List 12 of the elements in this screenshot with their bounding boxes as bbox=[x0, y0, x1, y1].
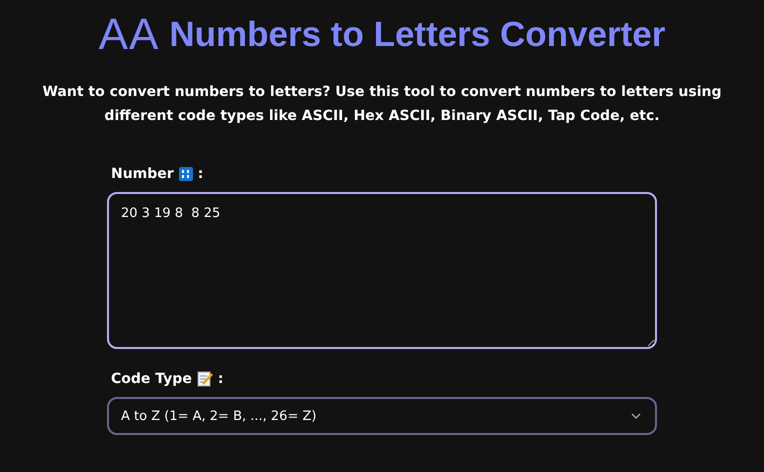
field-label: Number bbox=[111, 166, 174, 182]
label-colon: : bbox=[218, 371, 224, 387]
chevron-down-icon bbox=[631, 413, 641, 419]
field-label: Code Type bbox=[111, 371, 192, 387]
page-title: Numbers to Letters Converter bbox=[169, 15, 666, 55]
description-text: Want to convert numbers to letters? Use this tool to convert numbers to letters using different code types like ASCII, Hex ASCII, Binary ASCII, Tap Code, etc. bbox=[41, 83, 723, 126]
number-input-field[interactable]: 20 3 19 8 8 25 bbox=[107, 192, 657, 349]
code-type-select[interactable]: A to Z (1= A, 2= B, ..., 26= Z) bbox=[107, 397, 657, 435]
number-keypad-icon bbox=[178, 167, 193, 181]
memo-pencil-icon bbox=[196, 371, 213, 387]
label-colon: : bbox=[198, 166, 204, 182]
logo: AA bbox=[98, 10, 160, 60]
